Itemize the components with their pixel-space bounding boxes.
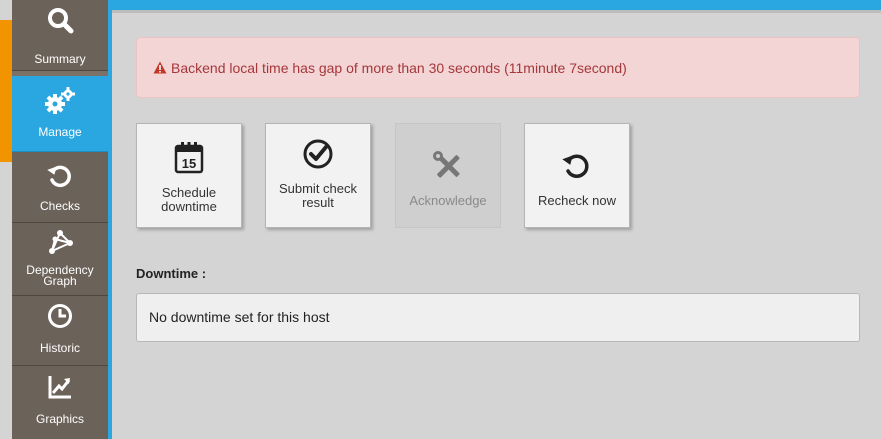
- check-circle-icon: [303, 139, 333, 169]
- sidebar-item-summary[interactable]: Summary: [12, 0, 108, 71]
- sidebar-item-label: Checks: [39, 199, 80, 213]
- sidebar: Summary Manage Checks Dependency Graph H…: [12, 0, 108, 439]
- calendar-day: 15: [182, 156, 196, 171]
- label-line-1: Schedule: [161, 185, 217, 200]
- downtime-label: Downtime :: [136, 266, 207, 281]
- orange-accent-strip: [0, 20, 12, 162]
- sidebar-item-label: Summary: [34, 52, 86, 66]
- label-line-2: downtime: [161, 199, 217, 214]
- acknowledge-button: Acknowledge: [395, 123, 501, 228]
- time-gap-alert: Backend local time has gap of more than …: [136, 37, 860, 98]
- gears-icon: [45, 87, 75, 114]
- sidebar-item-label: Historic: [39, 341, 80, 355]
- top-bar: [112, 0, 881, 10]
- sidebar-item-graphics[interactable]: Graphics: [12, 366, 108, 439]
- action-label: Recheck now: [537, 193, 617, 208]
- refresh-icon: [47, 165, 71, 188]
- sidebar-item-historic[interactable]: Historic: [12, 296, 108, 366]
- sidebar-item-label: Dependency Graph: [12, 264, 108, 288]
- sidebar-item-dependency-graph[interactable]: Dependency Graph: [12, 223, 108, 296]
- warning-icon: [153, 61, 167, 74]
- label-line-2: Graph: [43, 274, 77, 288]
- action-label: Acknowledge: [409, 193, 487, 208]
- top-bar-shadow: [112, 10, 881, 13]
- calendar-icon: 15: [174, 142, 204, 174]
- tools-icon: [433, 151, 460, 178]
- sidebar-item-checks[interactable]: Checks: [12, 152, 108, 223]
- schedule-downtime-button[interactable]: 15 Schedule downtime: [136, 123, 242, 228]
- label-line-1: Submit check: [278, 181, 358, 196]
- search-icon: [48, 8, 74, 34]
- line-chart-icon: [48, 376, 71, 399]
- graph-icon: [49, 230, 73, 254]
- submit-check-result-button[interactable]: Submit check result: [265, 123, 371, 228]
- sidebar-item-label: Manage: [38, 125, 82, 139]
- sidebar-item-label: Graphics: [35, 412, 85, 426]
- sidebar-edge: [108, 0, 112, 439]
- downtime-message: No downtime set for this host: [136, 293, 860, 342]
- action-label: Submit check result: [266, 182, 370, 210]
- alert-text: Backend local time has gap of more than …: [171, 60, 627, 76]
- clock-icon: [48, 304, 72, 328]
- label-line-2: result: [302, 195, 334, 210]
- recheck-now-button[interactable]: Recheck now: [524, 123, 630, 228]
- sidebar-item-manage[interactable]: Manage: [12, 76, 108, 152]
- refresh-icon: [562, 154, 589, 178]
- action-label: Schedule downtime: [137, 186, 241, 214]
